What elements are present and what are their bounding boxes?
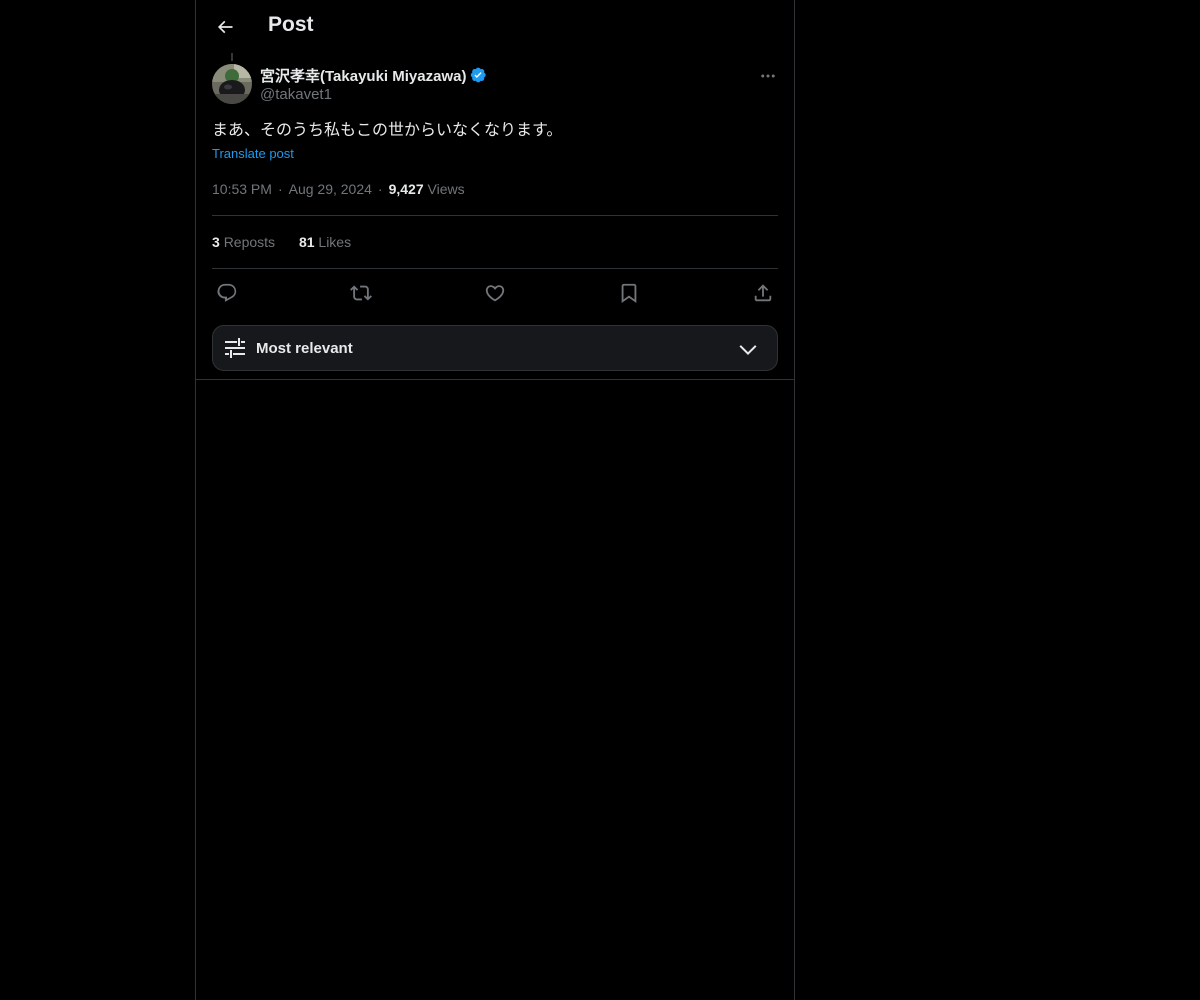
handle[interactable]: @takavet1	[260, 86, 487, 103]
views-label: Views	[427, 181, 465, 197]
header: Post	[196, 0, 794, 54]
chevron-down-icon	[739, 345, 757, 356]
like-button[interactable]	[480, 280, 510, 306]
more-options-button[interactable]	[756, 64, 780, 88]
share-button[interactable]	[748, 280, 778, 306]
post-stats: 3 Reposts 81 Likes	[212, 234, 371, 250]
page-title: Post	[268, 13, 314, 36]
bookmark-icon	[621, 283, 637, 304]
author-name-link[interactable]: 宮沢孝幸(Takayuki Miyazawa)	[260, 64, 487, 86]
post-time[interactable]: 10:53 PM	[212, 181, 272, 197]
reply-icon	[217, 283, 237, 302]
reposts-count: 3	[212, 234, 220, 250]
reply-sort-dropdown[interactable]: Most relevant	[212, 325, 778, 371]
views-count: 9,427	[388, 181, 424, 197]
main-column: Post 宮沢孝幸(Takayuki Miyazawa) @takavet1 ま…	[195, 0, 795, 1000]
verified-badge-icon	[471, 67, 487, 83]
reply-button[interactable]	[212, 280, 242, 306]
thread-connector	[231, 53, 233, 61]
reposts-stat[interactable]: 3 Reposts	[212, 234, 275, 250]
display-name: 宮沢孝幸(Takayuki Miyazawa)	[260, 67, 467, 85]
section-divider	[196, 379, 794, 380]
bookmark-button[interactable]	[614, 280, 644, 306]
avatar[interactable]	[212, 64, 252, 104]
reposts-label: Reposts	[223, 234, 276, 250]
repost-icon	[350, 285, 372, 301]
sort-label: Most relevant	[256, 339, 353, 357]
repost-button[interactable]	[346, 280, 376, 306]
post-date[interactable]: Aug 29, 2024	[289, 181, 372, 197]
translate-post-link[interactable]: Translate post	[212, 146, 294, 161]
like-icon	[485, 285, 505, 302]
share-icon	[754, 284, 772, 302]
more-horizontal-icon	[761, 74, 775, 78]
likes-label: Likes	[318, 234, 352, 250]
back-button[interactable]	[208, 10, 242, 44]
action-bar	[212, 280, 778, 306]
post-meta: 10:53 PM · Aug 29, 2024 · 9,427 Views	[212, 181, 465, 197]
author-block: 宮沢孝幸(Takayuki Miyazawa) @takavet1	[260, 64, 487, 103]
sliders-icon	[225, 338, 245, 358]
divider	[212, 215, 778, 216]
divider	[212, 268, 778, 269]
arrow-left-icon	[217, 20, 233, 34]
likes-stat[interactable]: 81 Likes	[299, 234, 351, 250]
likes-count: 81	[298, 234, 315, 250]
post-text: まあ、そのうち私もこの世からいなくなります。	[212, 122, 563, 139]
